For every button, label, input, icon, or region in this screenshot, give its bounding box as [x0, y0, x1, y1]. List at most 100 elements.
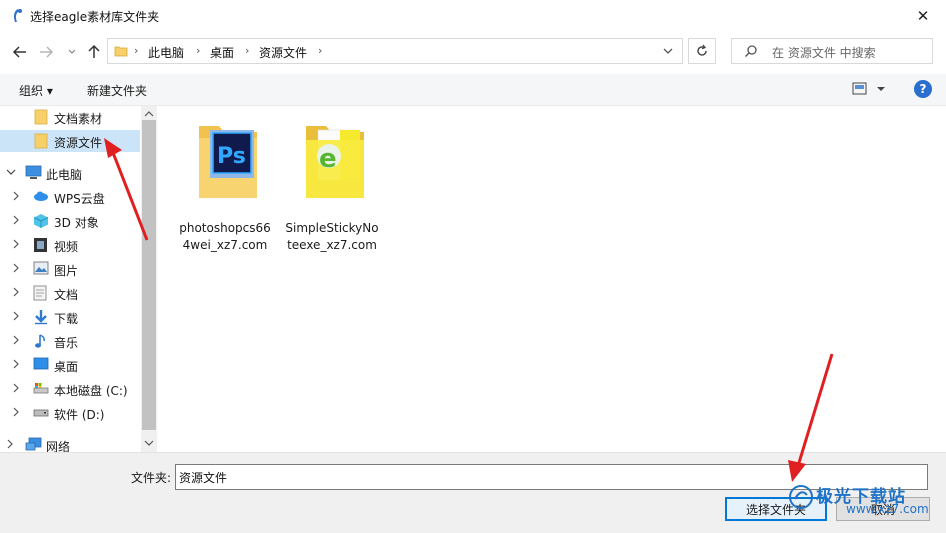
address-bar[interactable]: › 此电脑 › 桌面 › 资源文件 › — [107, 38, 683, 64]
disk-icon — [33, 383, 49, 394]
nav-item-label: 音乐 — [54, 336, 79, 350]
file-name: SimpleStickyNo teexe_xz7.com — [282, 220, 382, 254]
file-name-line: 4wei_xz7.com — [182, 238, 268, 252]
new-folder-button[interactable]: 新建文件夹 — [87, 82, 147, 99]
network-icon — [25, 437, 42, 451]
nav-item-local-disk-c[interactable]: 本地磁盘 (C:) — [0, 378, 140, 400]
breadcrumb-desktop[interactable]: 桌面 — [210, 44, 234, 61]
nav-item-downloads[interactable]: 下载 — [0, 306, 140, 328]
breadcrumb-resources[interactable]: 资源文件 — [259, 44, 307, 61]
file-badge: e — [319, 144, 337, 174]
chevron-right-icon[interactable] — [12, 263, 20, 273]
nav-item-label: 图片 — [54, 264, 79, 278]
nav-item-this-pc[interactable]: 此电脑 — [0, 162, 140, 184]
command-bar: 组织 ▾ 新建文件夹 ? — [0, 74, 946, 106]
nav-item-label: 3D 对象 — [54, 216, 99, 230]
breadcrumb-this-pc[interactable]: 此电脑 — [148, 44, 184, 61]
navigation-pane: 文档素材 资源文件 此电脑 WPS云盘 3D 对象 视频 图片 文档 下载 音乐… — [0, 106, 157, 452]
watermark: 极光下载站 www.xz7.com — [786, 480, 946, 530]
forward-button[interactable] — [36, 42, 56, 62]
refresh-icon — [697, 44, 707, 56]
nav-item-label: 资源文件 — [54, 136, 103, 150]
nav-item-resources[interactable]: 资源文件 — [0, 130, 140, 152]
sticky-folder-icon: e — [306, 126, 364, 198]
nav-item-documents[interactable]: 文档 — [0, 282, 140, 304]
nav-item-label: 网络 — [46, 440, 71, 452]
photoshop-folder-icon: Ps — [199, 126, 257, 198]
nav-item-pictures[interactable]: 图片 — [0, 258, 140, 280]
arrow-left-icon — [12, 46, 26, 58]
nav-item-3d-objects[interactable]: 3D 对象 — [0, 210, 140, 232]
nav-item-videos[interactable]: 视频 — [0, 234, 140, 256]
nav-item-desktop[interactable]: 桌面 — [0, 354, 140, 376]
pc-icon — [25, 165, 42, 179]
nav-item-wps-cloud[interactable]: WPS云盘 — [0, 186, 140, 208]
chevron-right-icon[interactable] — [12, 287, 20, 297]
nav-item-label: 本地磁盘 (C:) — [54, 384, 128, 398]
folder-label: 文件夹: — [131, 471, 172, 485]
folder-icon — [34, 109, 48, 125]
breadcrumb-separator: › — [318, 44, 323, 57]
chevron-right-icon[interactable] — [12, 407, 20, 417]
chevron-right-icon[interactable] — [12, 191, 20, 201]
nav-item-music[interactable]: 音乐 — [0, 330, 140, 352]
chevron-right-icon[interactable] — [12, 239, 20, 249]
file-item-photoshop[interactable]: Ps photoshopcs66 4wei_xz7.com — [175, 116, 275, 256]
organize-menu[interactable]: 组织 ▾ — [19, 82, 53, 99]
file-name-line: photoshopcs66 — [179, 221, 271, 235]
folder-icon — [34, 133, 48, 149]
view-options-icon[interactable] — [852, 82, 886, 96]
nav-item-software-d[interactable]: 软件 (D:) — [0, 402, 140, 424]
chevron-down-icon[interactable] — [144, 439, 154, 447]
nav-item-label: WPS云盘 — [54, 192, 105, 206]
file-list: Ps photoshopcs66 4wei_xz7.com e SimpleSt… — [158, 106, 946, 452]
file-item-sticky-notes[interactable]: e SimpleStickyNo teexe_xz7.com — [282, 116, 382, 256]
music-icon — [35, 334, 45, 348]
nav-scrollbar[interactable] — [141, 106, 157, 452]
chevron-down-icon[interactable] — [6, 167, 16, 177]
breadcrumb-separator: › — [245, 44, 250, 57]
close-icon: ✕ — [916, 7, 930, 25]
chevron-right-icon[interactable] — [12, 335, 20, 345]
back-button[interactable] — [10, 42, 30, 62]
chevron-down-icon — [68, 49, 76, 54]
breadcrumb-separator: › — [134, 44, 139, 57]
refresh-button[interactable] — [688, 38, 716, 64]
watermark-logo-icon — [789, 485, 813, 509]
document-icon — [33, 285, 47, 301]
close-button[interactable]: ✕ — [900, 0, 946, 32]
chevron-right-icon[interactable] — [12, 215, 20, 225]
nav-item-label: 软件 (D:) — [54, 408, 105, 422]
nav-item-label: 此电脑 — [46, 168, 83, 182]
nav-item-document-assets[interactable]: 文档素材 — [0, 106, 140, 128]
chevron-right-icon[interactable] — [12, 311, 20, 321]
nav-item-label: 视频 — [54, 240, 79, 254]
scrollbar-thumb[interactable] — [142, 120, 156, 430]
nav-item-network[interactable]: 网络 — [0, 434, 140, 452]
desktop-icon — [33, 357, 49, 370]
file-name: photoshopcs66 4wei_xz7.com — [175, 220, 275, 254]
help-button[interactable]: ? — [914, 80, 932, 98]
chevron-down-icon[interactable] — [662, 45, 674, 57]
chevron-right-icon[interactable] — [12, 359, 20, 369]
file-name-line: teexe_xz7.com — [287, 238, 377, 252]
chevron-right-icon[interactable] — [6, 439, 14, 449]
nav-item-label: 文档 — [54, 288, 79, 302]
title-bar: 选择eagle素材库文件夹 ✕ — [0, 0, 946, 32]
video-icon — [34, 238, 47, 252]
cube-icon — [33, 214, 49, 228]
arrow-right-icon — [40, 46, 54, 58]
download-icon — [35, 310, 47, 325]
chevron-right-icon[interactable] — [12, 383, 20, 393]
nav-item-label: 下载 — [54, 312, 79, 326]
picture-icon — [33, 261, 49, 275]
nav-item-label: 桌面 — [54, 360, 79, 374]
recent-locations-button[interactable] — [62, 42, 82, 62]
search-placeholder: 在 资源文件 中搜索 — [772, 46, 876, 60]
search-icon — [745, 45, 757, 57]
chevron-up-icon[interactable] — [144, 110, 154, 118]
app-icon — [14, 9, 22, 22]
nav-item-label: 文档素材 — [54, 112, 103, 126]
search-box[interactable]: 在 资源文件 中搜索 — [731, 38, 933, 64]
up-button[interactable] — [84, 42, 104, 62]
